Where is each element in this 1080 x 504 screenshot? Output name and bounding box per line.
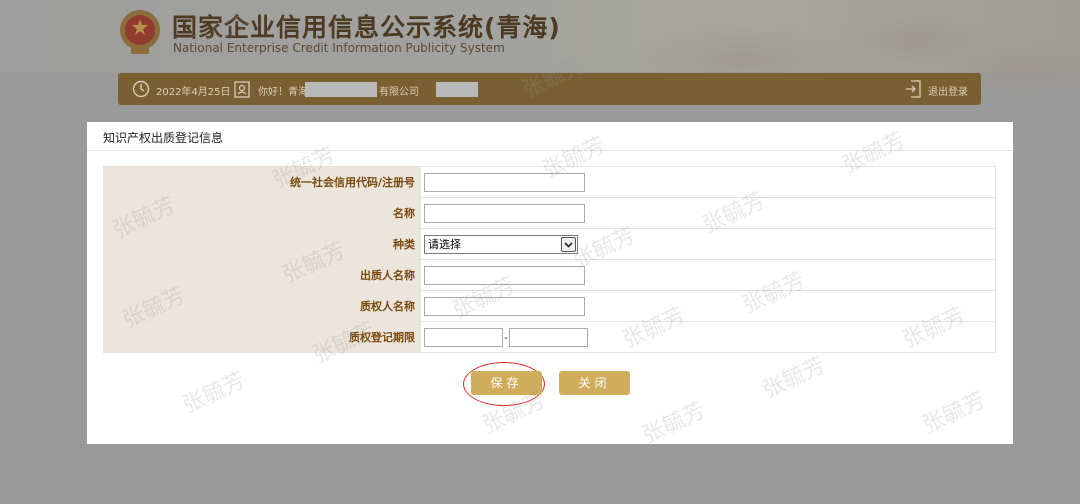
watermark: 张毓芳 [328,447,400,499]
period-separator: - [504,330,508,344]
dialog-header: 知识产权出质登记信息 [87,122,1013,151]
type-select-value: 请选择 [428,237,461,251]
dropdown-arrow-icon[interactable] [561,236,576,252]
pledgor-input[interactable] [424,265,585,285]
current-date: 2022年4月25日 [156,87,231,98]
clock-icon [132,80,150,98]
logout-link[interactable]: 退出登录 [928,83,968,98]
name-label: 名称 [103,197,421,229]
site-subtitle: National Enterprise Credit Information P… [173,41,505,55]
form-row: 质权登记期限 - [103,321,996,353]
logout-icon[interactable] [905,80,921,98]
watermark: 张毓芳 [798,442,870,494]
form-row: 出质人名称 [103,259,996,291]
form-row: 统一社会信用代码/注册号 [103,166,996,198]
redacted-company-name [305,82,377,97]
form-row: 质权人名称 [103,290,996,322]
type-label: 种类 [103,228,421,260]
form-row: 名称 [103,197,996,229]
pledgor-label: 出质人名称 [103,259,421,291]
pledge-form: 统一社会信用代码/注册号 名称 种类 请选择 出质人名称 质权人名称 质权登记期… [103,166,996,353]
type-select[interactable]: 请选择 [424,234,578,254]
site-title: 国家企业信用信息公示系统(青海) [172,13,561,42]
name-input[interactable] [424,203,585,223]
greeting-text: 你好！青海 [258,87,308,98]
pledgee-input[interactable] [424,296,585,316]
pledgee-label: 质权人名称 [103,290,421,322]
form-row: 种类 请选择 [103,228,996,260]
save-button[interactable]: 保存 [471,371,542,395]
site-header: 国家企业信用信息公示系统(青海) National Enterprise Cre… [0,0,1080,100]
dialog-title: 知识产权出质登记信息 [103,131,224,145]
period-end-input[interactable] [508,327,588,347]
close-button[interactable]: 关闭 [559,371,630,395]
company-suffix: 有限公司 [379,87,419,98]
emblem-icon [120,10,160,54]
credit-code-input[interactable] [424,172,585,192]
user-icon [234,81,250,98]
period-label: 质权登记期限 [103,321,421,353]
redacted-user-name [436,82,478,97]
credit-code-label: 统一社会信用代码/注册号 [103,166,421,198]
pledge-registration-dialog: 知识产权出质登记信息 统一社会信用代码/注册号 名称 种类 请选择 出质人名称 … [87,122,1013,444]
period-start-input[interactable] [424,327,503,347]
user-bar: 2022年4月25日 你好！青海 有限公司 退出登录 [118,73,981,105]
